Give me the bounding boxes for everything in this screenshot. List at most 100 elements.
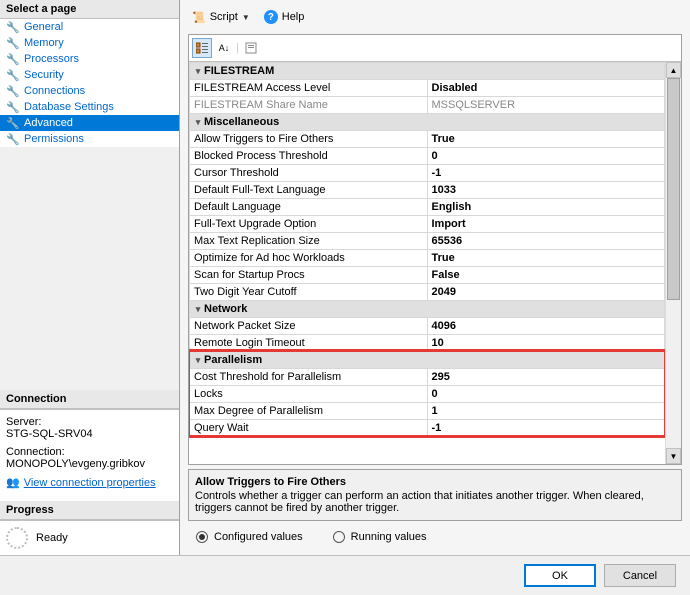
property-value[interactable]: False	[427, 267, 665, 284]
categorized-view-button[interactable]	[192, 38, 212, 58]
select-page-header: Select a page	[0, 0, 179, 19]
description-title: Allow Triggers to Fire Others	[195, 476, 675, 488]
sidebar-item-memory[interactable]: 🔧Memory	[0, 35, 179, 51]
main-panel: 📜 Script ▼ ? Help A↓ | ▾FILESTREAMF	[180, 0, 690, 555]
category-row[interactable]: ▾Parallelism	[190, 352, 665, 369]
category-label: Parallelism	[204, 354, 262, 366]
property-value[interactable]: MSSQLSERVER	[427, 97, 665, 114]
wrench-icon: 🔧	[6, 52, 20, 66]
wrench-icon: 🔧	[6, 132, 20, 146]
category-label: Network	[204, 303, 247, 315]
property-grid: A↓ | ▾FILESTREAMFILESTREAM Access LevelD…	[188, 34, 682, 465]
property-value[interactable]: 2049	[427, 284, 665, 301]
property-value[interactable]: True	[427, 250, 665, 267]
property-row[interactable]: Blocked Process Threshold0	[190, 148, 665, 165]
property-value[interactable]: 295	[427, 369, 665, 386]
ok-button[interactable]: OK	[524, 564, 596, 587]
connection-value: MONOPOLY\evgeny.gribkov	[6, 458, 145, 470]
property-label: Remote Login Timeout	[190, 335, 428, 352]
property-row[interactable]: Locks0	[190, 386, 665, 403]
property-label: Max Degree of Parallelism	[190, 403, 428, 420]
property-label: Locks	[190, 386, 428, 403]
property-value[interactable]: Import	[427, 216, 665, 233]
property-row[interactable]: Default LanguageEnglish	[190, 199, 665, 216]
progress-spinner-icon	[6, 527, 28, 549]
property-value[interactable]: 4096	[427, 318, 665, 335]
sidebar-item-advanced[interactable]: 🔧Advanced	[0, 115, 179, 131]
category-row[interactable]: ▾FILESTREAM	[190, 63, 665, 80]
vertical-scrollbar[interactable]: ▲ ▼	[665, 62, 681, 464]
property-value[interactable]: English	[427, 199, 665, 216]
property-value[interactable]: -1	[427, 165, 665, 182]
scroll-up-button[interactable]: ▲	[666, 62, 681, 78]
property-label: Cost Threshold for Parallelism	[190, 369, 428, 386]
configured-values-radio[interactable]: Configured values	[196, 531, 303, 543]
sidebar-item-label: Processors	[24, 53, 79, 65]
script-label: Script	[210, 11, 238, 23]
property-row[interactable]: Max Degree of Parallelism1	[190, 403, 665, 420]
view-connection-properties-link[interactable]: View connection properties	[24, 477, 156, 489]
property-label: Optimize for Ad hoc Workloads	[190, 250, 428, 267]
category-label: FILESTREAM	[204, 65, 274, 77]
collapse-icon[interactable]: ▾	[192, 117, 204, 128]
property-label: Network Packet Size	[190, 318, 428, 335]
sidebar-item-general[interactable]: 🔧General	[0, 19, 179, 35]
description-panel: Allow Triggers to Fire Others Controls w…	[188, 469, 682, 521]
sidebar-item-permissions[interactable]: 🔧Permissions	[0, 131, 179, 147]
running-values-radio[interactable]: Running values	[333, 531, 427, 543]
sidebar-item-security[interactable]: 🔧Security	[0, 67, 179, 83]
script-button[interactable]: 📜 Script ▼	[188, 9, 254, 26]
property-row[interactable]: FILESTREAM Share NameMSSQLSERVER	[190, 97, 665, 114]
collapse-icon[interactable]: ▾	[192, 304, 204, 315]
sidebar: Select a page 🔧General 🔧Memory 🔧 Processo…	[0, 0, 180, 555]
property-row[interactable]: Optimize for Ad hoc WorkloadsTrue	[190, 250, 665, 267]
property-label: FILESTREAM Share Name	[190, 97, 428, 114]
collapse-icon[interactable]: ▾	[192, 66, 204, 77]
sidebar-item-connections[interactable]: 🔧Connections	[0, 83, 179, 99]
property-row[interactable]: Max Text Replication Size65536	[190, 233, 665, 250]
scroll-thumb[interactable]	[667, 78, 680, 300]
property-row[interactable]: Cost Threshold for Parallelism295	[190, 369, 665, 386]
property-label: FILESTREAM Access Level	[190, 80, 428, 97]
property-row[interactable]: Cursor Threshold-1	[190, 165, 665, 182]
radio-label: Running values	[351, 531, 427, 543]
alphabetical-view-button[interactable]: A↓	[214, 38, 234, 58]
property-label: Two Digit Year Cutoff	[190, 284, 428, 301]
values-mode-row: Configured values Running values	[188, 521, 682, 547]
property-table: ▾FILESTREAMFILESTREAM Access LevelDisabl…	[189, 62, 665, 437]
category-row[interactable]: ▾Network	[190, 301, 665, 318]
property-row[interactable]: Default Full-Text Language1033	[190, 182, 665, 199]
help-button[interactable]: ? Help	[260, 8, 309, 26]
collapse-icon[interactable]: ▾	[192, 355, 204, 366]
property-pages-button[interactable]	[241, 38, 261, 58]
property-row[interactable]: Network Packet Size4096	[190, 318, 665, 335]
connection-label: Connection:	[6, 446, 173, 458]
property-value[interactable]: Disabled	[427, 80, 665, 97]
property-value[interactable]: -1	[427, 420, 665, 437]
property-value[interactable]: 1	[427, 403, 665, 420]
sidebar-item-label: Database Settings	[24, 101, 114, 113]
property-row[interactable]: Query Wait-1	[190, 420, 665, 437]
property-row[interactable]: Allow Triggers to Fire OthersTrue	[190, 131, 665, 148]
sidebar-item-database-settings[interactable]: 🔧Database Settings	[0, 99, 179, 115]
property-value[interactable]: True	[427, 131, 665, 148]
property-value[interactable]: 65536	[427, 233, 665, 250]
property-row[interactable]: Scan for Startup ProcsFalse	[190, 267, 665, 284]
property-value[interactable]: 10	[427, 335, 665, 352]
progress-panel: Ready	[0, 520, 179, 555]
cancel-button[interactable]: Cancel	[604, 564, 676, 587]
property-row[interactable]: Two Digit Year Cutoff2049	[190, 284, 665, 301]
sidebar-item-label: Security	[24, 69, 64, 81]
category-row[interactable]: ▾Miscellaneous	[190, 114, 665, 131]
property-row[interactable]: Full-Text Upgrade OptionImport	[190, 216, 665, 233]
property-row[interactable]: Remote Login Timeout10	[190, 335, 665, 352]
progress-status: Ready	[36, 532, 68, 544]
scroll-down-button[interactable]: ▼	[666, 448, 681, 464]
property-value[interactable]: 0	[427, 148, 665, 165]
property-value[interactable]: 1033	[427, 182, 665, 199]
property-label: Allow Triggers to Fire Others	[190, 131, 428, 148]
sidebar-item-processors[interactable]: 🔧 Processors	[0, 51, 179, 67]
property-row[interactable]: FILESTREAM Access LevelDisabled	[190, 80, 665, 97]
property-label: Default Language	[190, 199, 428, 216]
property-value[interactable]: 0	[427, 386, 665, 403]
